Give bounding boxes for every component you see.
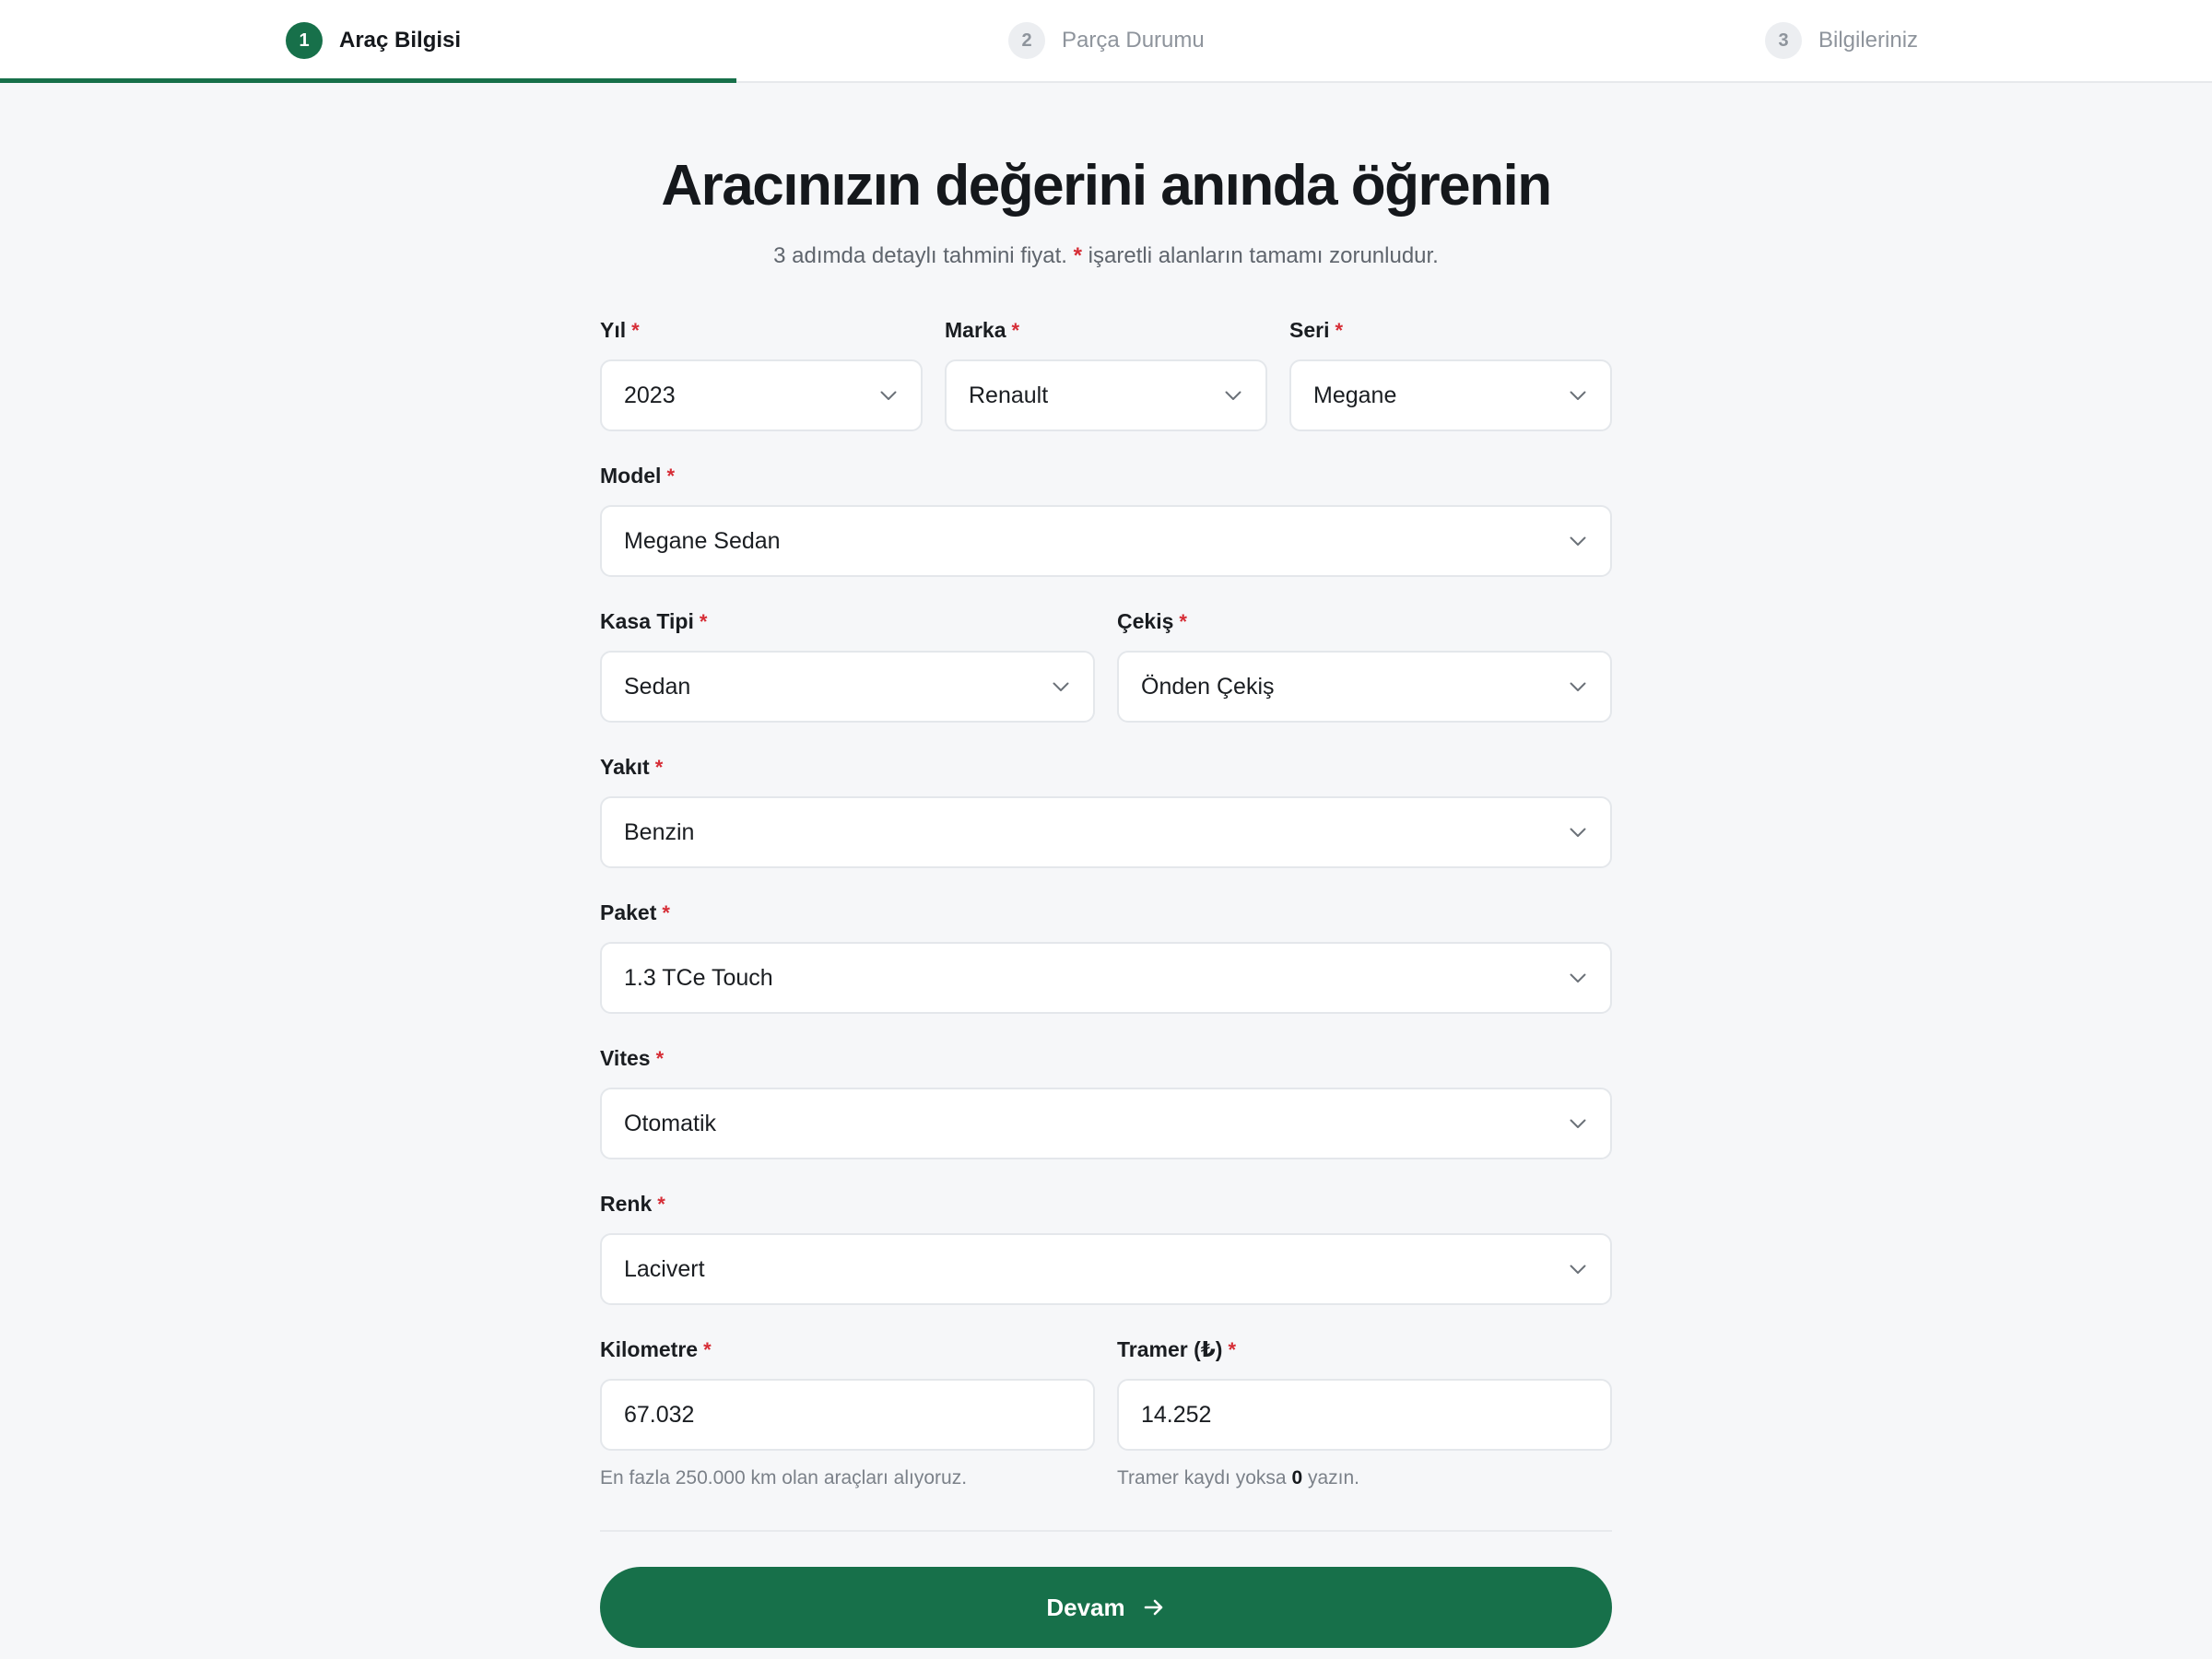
kilometre-input[interactable]: 67.032 [600,1379,1095,1452]
chevron-down-icon [1568,385,1588,406]
chevron-down-icon [1568,531,1588,551]
field-label: Kilometre [600,1337,699,1362]
select-value: 2023 [624,382,676,408]
field-label: Vites [600,1046,651,1071]
chevron-down-icon [1051,677,1071,697]
field-label: Renk [600,1192,653,1217]
tramer-hint: Tramer kaydı yoksa 0 yazın. [1117,1467,1612,1489]
required-marker: * [703,1338,712,1362]
field-vites: Vites * Otomatik [600,1045,1612,1160]
input-value: 67.032 [624,1401,695,1428]
required-marker: * [666,465,676,488]
step-number: 2 [1008,22,1045,59]
field-label: Tramer (₺) [1117,1337,1223,1362]
field-label: Kasa Tipi [600,609,694,634]
required-marker: * [631,319,640,343]
field-label: Yıl [600,318,627,343]
field-kilometre: Kilometre * 67.032 En fazla 250.000 km ol… [600,1336,1095,1489]
select-value: Megane [1313,382,1397,408]
step-bilgileriniz[interactable]: 3 Bilgileriniz [1765,22,1918,59]
hint-text: Tramer kaydı yoksa [1117,1467,1287,1489]
chevron-down-icon [878,385,899,406]
required-marker: * [1011,319,1020,343]
kasa-tipi-select[interactable]: Sedan [600,651,1095,724]
step-parca-durumu[interactable]: 2 Parça Durumu [1008,22,1205,59]
field-model: Model * Megane Sedan [600,463,1612,578]
tramer-input[interactable]: 14.252 [1117,1379,1612,1452]
step-arac-bilgisi[interactable]: 1 Araç Bilgisi [286,22,461,59]
field-label: Marka [945,318,1006,343]
required-marker: * [662,901,670,925]
field-label: Seri [1289,318,1330,343]
step-label: Parça Durumu [1062,28,1205,53]
field-label: Paket [600,900,657,925]
field-cekis: Çekiş * Önden Çekiş [1117,608,1612,724]
required-marker: * [655,1047,665,1071]
hint-bold: 0 [1291,1467,1303,1489]
kilometre-hint: En fazla 250.000 km olan araçları alıyor… [600,1467,968,1489]
required-marker: * [1179,610,1187,634]
field-marka: Marka * Renault [945,317,1267,432]
yil-select[interactable]: 2023 [600,359,923,432]
devam-button[interactable]: Devam [600,1567,1612,1649]
select-value: 1.3 TCe Touch [624,964,773,991]
select-value: Lacivert [624,1255,705,1282]
chevron-down-icon [1568,822,1588,842]
field-label: Yakıt [600,755,650,780]
chevron-down-icon [1568,968,1588,988]
chevron-down-icon [1568,1113,1588,1134]
main-content: Aracınızın değerini anında öğrenin 3 adı… [600,83,1612,1649]
page-title: Aracınızın değerini anında öğrenin [661,154,1552,218]
required-marker: * [654,756,664,780]
arrow-right-icon [1142,1595,1166,1619]
seri-select[interactable]: Megane [1289,359,1612,432]
step-number: 3 [1765,22,1802,59]
required-marker: * [1228,1338,1236,1362]
required-marker: * [699,610,708,634]
field-tramer: Tramer (₺) * 14.252 Tramer kaydı yoksa 0 … [1117,1336,1612,1489]
cekis-select[interactable]: Önden Çekiş [1117,651,1612,724]
chevron-down-icon [1223,385,1243,406]
select-value: Megane Sedan [624,527,781,554]
vites-select[interactable]: Otomatik [600,1088,1612,1160]
field-seri: Seri * Megane [1289,317,1612,432]
required-marker: * [1335,319,1344,343]
subtitle-text: 3 adımda detaylı tahmini fiyat. [773,243,1067,269]
button-label: Devam [1046,1593,1125,1621]
hint-text: yazın. [1307,1467,1360,1489]
model-select[interactable]: Megane Sedan [600,505,1612,578]
renk-select[interactable]: Lacivert [600,1233,1612,1306]
field-label: Çekiş [1117,609,1174,634]
subtitle-text: işaretli alanların tamamı zorunludur. [1088,243,1439,269]
yakit-select[interactable]: Benzin [600,796,1612,869]
field-paket: Paket * 1.3 TCe Touch [600,900,1612,1015]
field-renk: Renk * Lacivert [600,1191,1612,1306]
step-label: Araç Bilgisi [339,28,462,53]
paket-select[interactable]: 1.3 TCe Touch [600,942,1612,1015]
page-subtitle: 3 adımda detaylı tahmini fiyat. * işaret… [600,243,1612,269]
marka-select[interactable]: Renault [945,359,1267,432]
input-value: 14.252 [1141,1401,1212,1428]
required-marker: * [1073,243,1082,269]
select-value: Sedan [624,673,691,700]
step-label: Bilgileriniz [1818,28,1919,53]
select-value: Benzin [624,818,695,845]
field-kasa-tipi: Kasa Tipi * Sedan [600,608,1095,724]
field-yakit: Yakıt * Benzin [600,754,1612,869]
field-label: Model [600,464,662,488]
chevron-down-icon [1568,1259,1588,1279]
select-value: Önden Çekiş [1141,673,1275,700]
stepper: 1 Araç Bilgisi 2 Parça Durumu 3 Bilgiler… [0,0,2212,83]
vehicle-form: Yıl * 2023 Marka * Renault Seri * Megane… [600,317,1612,1649]
chevron-down-icon [1568,677,1588,697]
step-number: 1 [286,22,323,59]
field-yil: Yıl * 2023 [600,317,923,432]
required-marker: * [657,1193,665,1217]
select-value: Renault [969,382,1049,408]
select-value: Otomatik [624,1110,717,1136]
divider [600,1530,1612,1533]
